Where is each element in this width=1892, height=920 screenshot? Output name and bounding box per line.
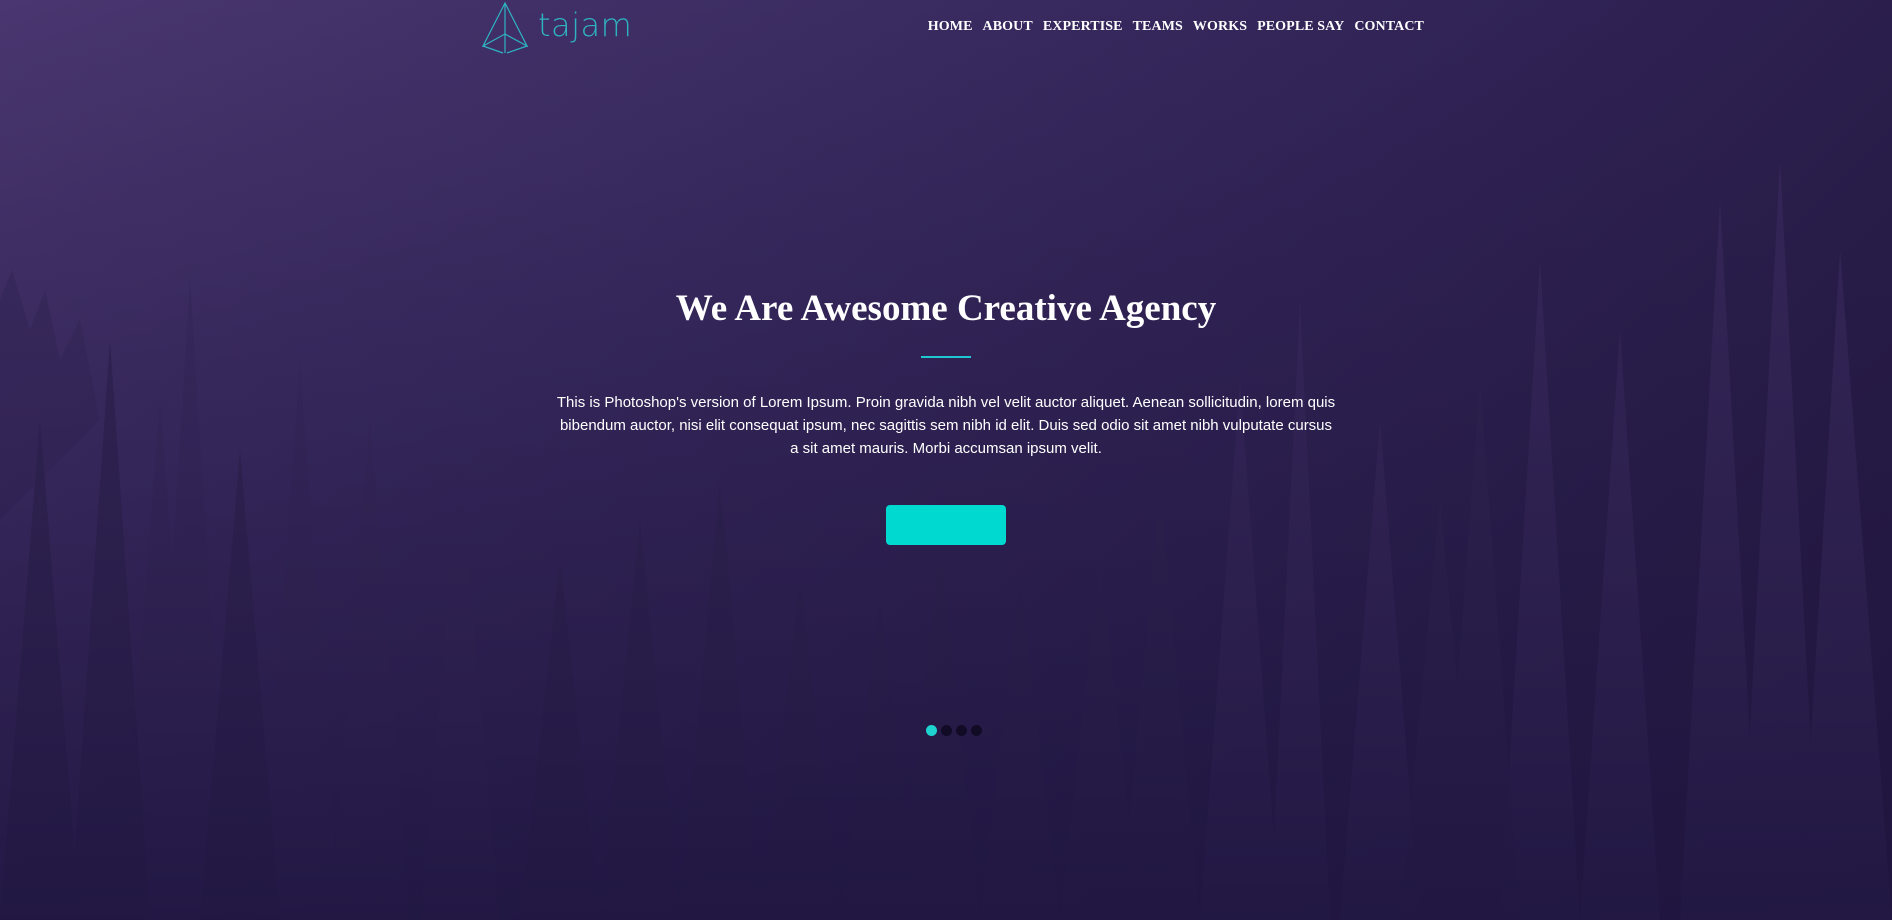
slider-dot[interactable] — [956, 725, 967, 736]
logo[interactable]: tajam — [482, 2, 632, 54]
nav-teams[interactable]: TEAMS — [1133, 19, 1183, 35]
title-divider — [921, 356, 971, 358]
slider-dot[interactable] — [971, 725, 982, 736]
slider-dot[interactable] — [941, 725, 952, 736]
logo-text: tajam — [538, 6, 633, 44]
main-nav: HOME ABOUT EXPERTISE TEAMS WORKS PEOPLE … — [918, 19, 1424, 35]
paper-plane-icon — [482, 2, 528, 54]
nav-people-say[interactable]: PEOPLE SAY — [1257, 19, 1344, 35]
slider-dot[interactable] — [926, 725, 937, 736]
hero-section: tajam HOME ABOUT EXPERTISE TEAMS WORKS P… — [0, 0, 1892, 920]
hero-content: We Are Awesome Creative Agency This is P… — [0, 285, 1892, 545]
nav-about[interactable]: ABOUT — [983, 19, 1033, 35]
nav-home[interactable]: HOME — [928, 19, 973, 35]
nav-works[interactable]: WORKS — [1193, 19, 1247, 35]
hero-title: We Are Awesome Creative Agency — [675, 288, 1217, 329]
site-header: tajam HOME ABOUT EXPERTISE TEAMS WORKS P… — [0, 0, 1892, 60]
nav-expertise[interactable]: EXPERTISE — [1043, 19, 1123, 35]
slider-dots — [926, 725, 982, 736]
nav-contact[interactable]: CONTACT — [1354, 19, 1424, 35]
cta-button[interactable] — [886, 505, 1006, 545]
hero-description: This is Photoshop's version of Lorem Ips… — [556, 394, 1336, 457]
